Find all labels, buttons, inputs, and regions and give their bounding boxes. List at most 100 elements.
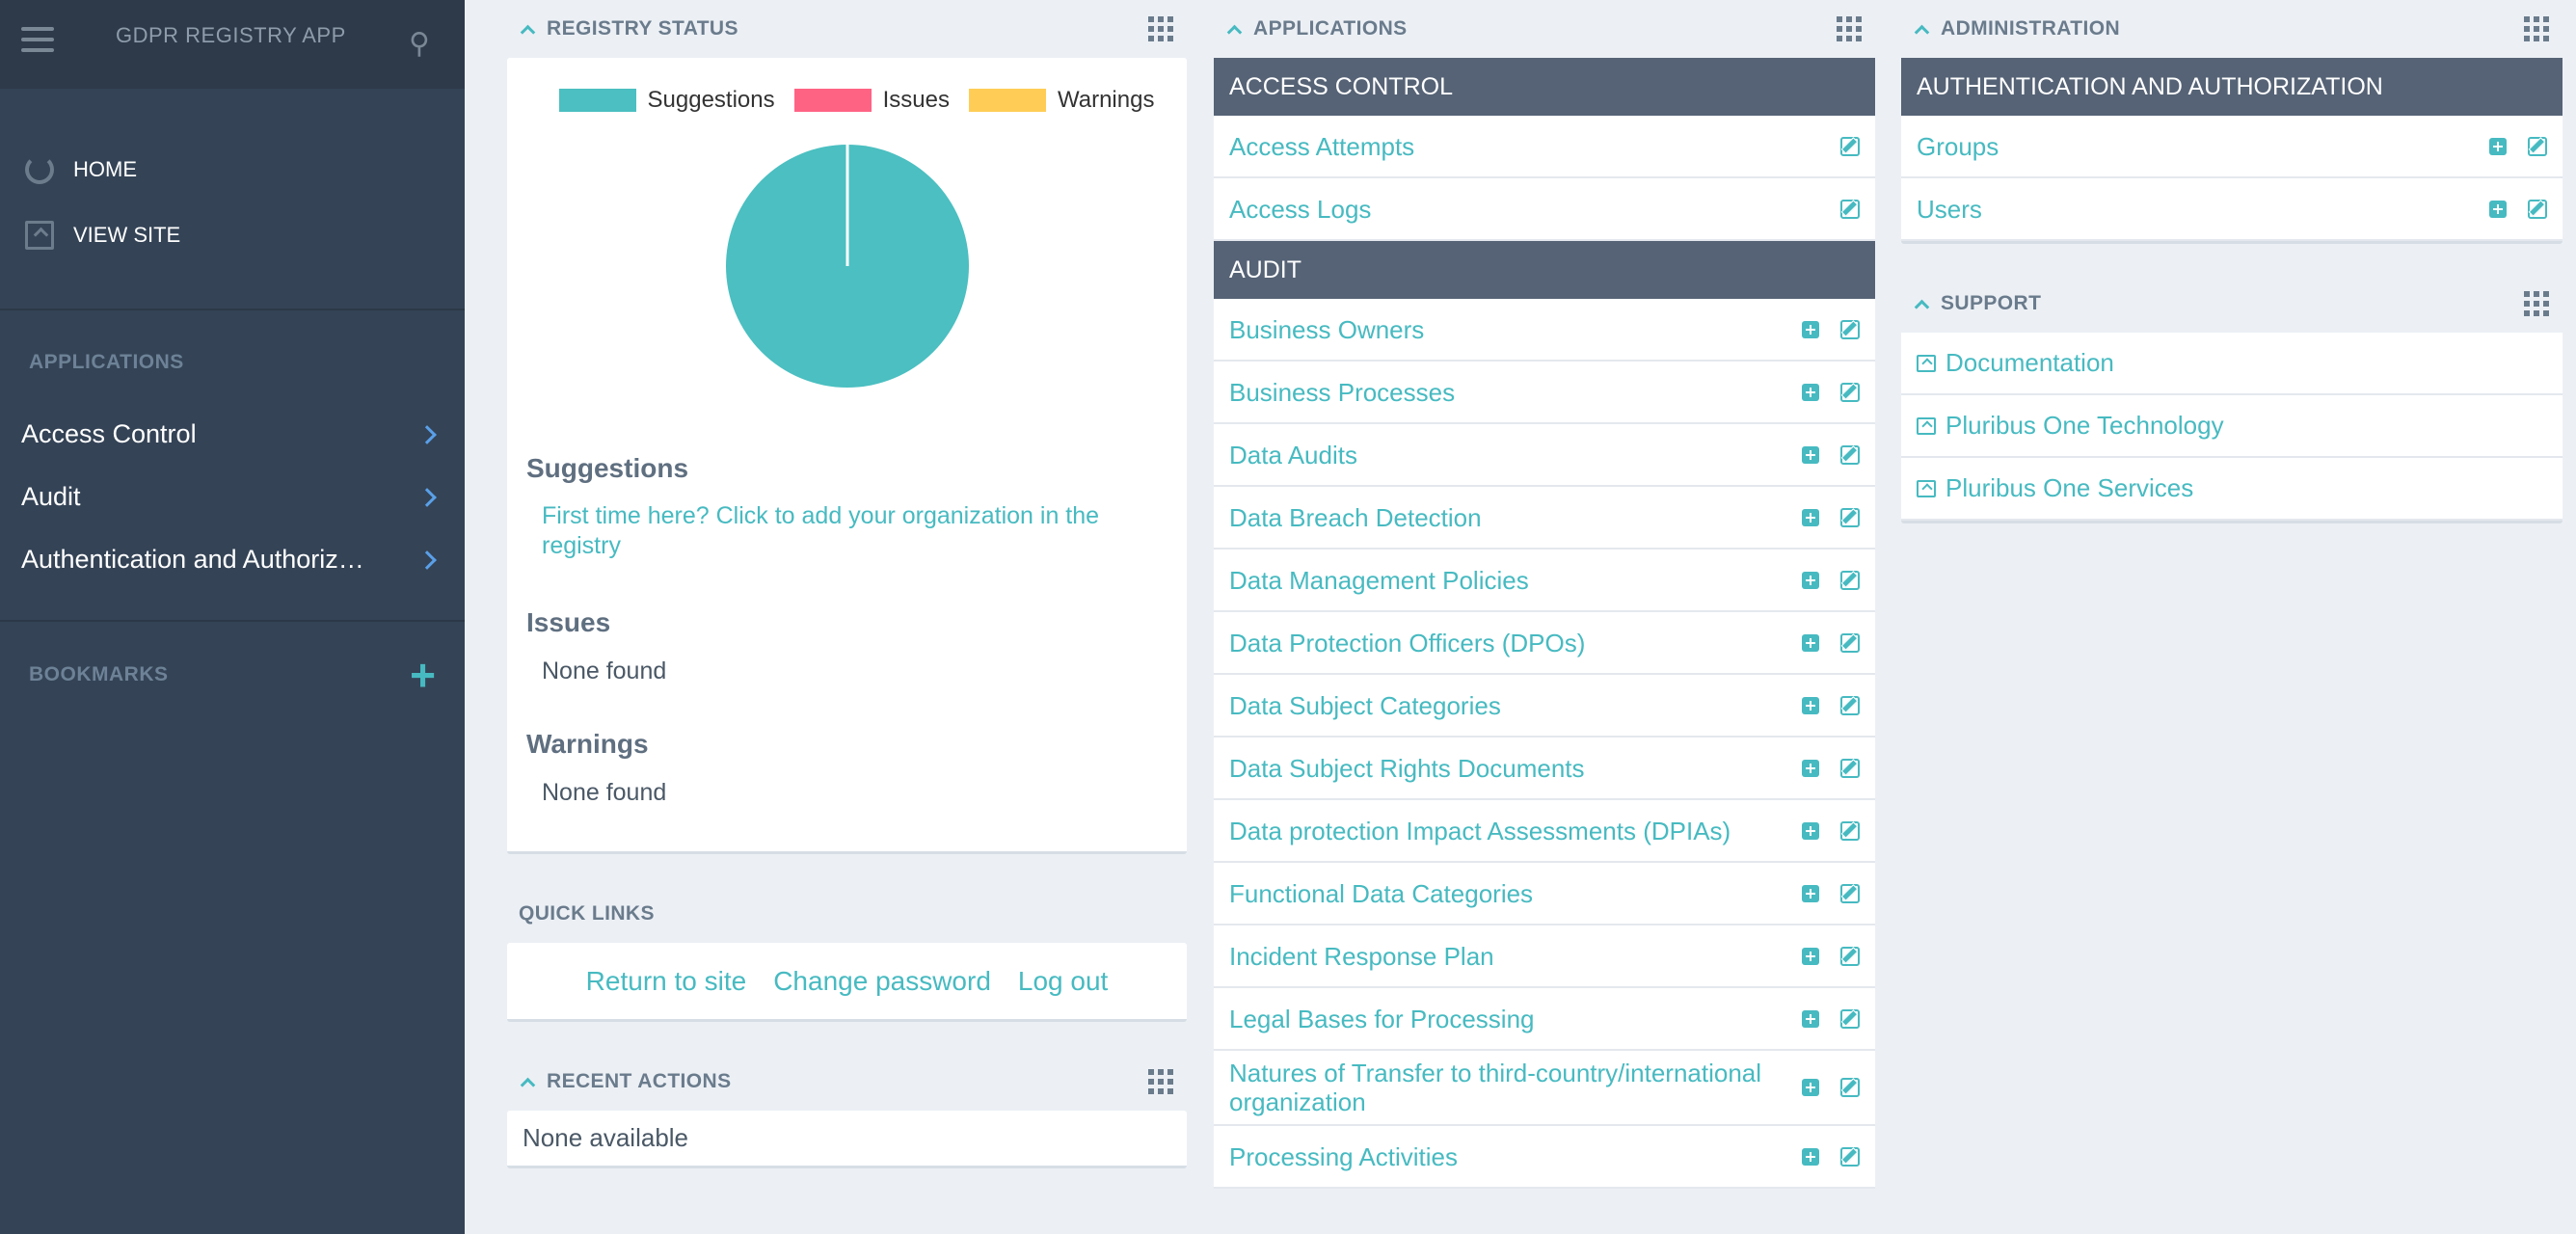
app-model-link[interactable]: Functional Data Categories [1229, 872, 1533, 916]
auth-group-header[interactable]: AUTHENTICATION AND AUTHORIZATION [1901, 58, 2563, 116]
add-icon[interactable] [2489, 137, 2507, 155]
app-model-link[interactable]: Data Audits [1229, 433, 1357, 477]
registry-status-title: REGISTRY STATUS [547, 17, 738, 40]
add-icon[interactable] [1802, 947, 1819, 965]
add-organization-link[interactable]: First time here? Click to add your organ… [526, 501, 1167, 561]
sidebar-item-authentication[interactable]: Authentication and Authoriz… [0, 528, 465, 591]
app-model-link[interactable]: Data Subject Rights Documents [1229, 746, 1585, 791]
app-model-link[interactable]: Natures of Transfer to third-country/int… [1229, 1051, 1779, 1124]
app-model-link[interactable]: Data Breach Detection [1229, 496, 1482, 540]
add-icon[interactable] [1802, 633, 1819, 652]
app-model-link[interactable]: Processing Activities [1229, 1135, 1458, 1179]
sidebar-header: GDPR REGISTRY APP ⚲ [0, 0, 465, 89]
collapse-caret-icon[interactable] [1914, 24, 1930, 40]
add-icon[interactable] [1802, 759, 1819, 777]
app-model-link[interactable]: Data Protection Officers (DPOs) [1229, 621, 1585, 665]
app-model-link[interactable]: Business Processes [1229, 370, 1455, 415]
app-model-link[interactable]: Incident Response Plan [1229, 934, 1494, 979]
app-model-link[interactable]: Business Owners [1229, 308, 1424, 352]
add-bookmark-icon[interactable]: + [410, 653, 436, 697]
pin-icon[interactable]: ⚲ [409, 27, 430, 61]
nav-view-site[interactable]: VIEW SITE [0, 202, 465, 268]
sidebar-item-access-control[interactable]: Access Control [0, 403, 465, 466]
applications-header: APPLICATIONS [1214, 0, 1875, 58]
add-icon[interactable] [1802, 1079, 1819, 1096]
edit-icon[interactable] [1840, 632, 1860, 653]
add-icon[interactable] [1802, 320, 1819, 338]
edit-icon[interactable] [1840, 319, 1860, 339]
legend-swatch-warnings[interactable] [968, 89, 1046, 112]
collapse-caret-icon[interactable] [520, 1077, 536, 1092]
app-group-header[interactable]: ACCESS CONTROL [1214, 58, 1875, 116]
app-group-header[interactable]: AUDIT [1214, 241, 1875, 299]
app-model-link[interactable]: Data protection Impact Assessments (DPIA… [1229, 809, 1731, 853]
legend-swatch-issues[interactable] [793, 89, 872, 112]
app-model-link[interactable]: Legal Bases for Processing [1229, 997, 1535, 1041]
edit-icon[interactable] [1840, 136, 1860, 156]
app-model-row: Data Protection Officers (DPOs) [1214, 612, 1875, 675]
collapse-caret-icon[interactable] [1226, 24, 1243, 40]
app-model-link[interactable]: Access Attempts [1229, 124, 1414, 169]
nav-view-site-label: VIEW SITE [73, 223, 181, 247]
app-model-row: Legal Bases for Processing [1214, 988, 1875, 1051]
add-icon[interactable] [1802, 696, 1819, 714]
add-icon[interactable] [1802, 383, 1819, 401]
edit-icon[interactable] [1840, 883, 1860, 903]
add-icon[interactable] [1802, 884, 1819, 902]
documentation-link[interactable]: Documentation [1945, 348, 2114, 378]
edit-icon[interactable] [1840, 820, 1860, 841]
edit-icon[interactable] [2528, 199, 2547, 219]
log-out-link[interactable]: Log out [1018, 966, 1108, 997]
return-to-site-link[interactable]: Return to site [586, 966, 747, 997]
change-password-link[interactable]: Change password [773, 966, 991, 997]
legend-swatch-suggestions[interactable] [558, 89, 636, 112]
app-model-link[interactable]: Data Management Policies [1229, 558, 1529, 603]
issues-block: Issues None found [526, 607, 1167, 685]
sidebar-item-label: Access Control [21, 419, 197, 448]
app-model-link[interactable]: Access Logs [1229, 187, 1371, 231]
sidebar-applications-title: APPLICATIONS [29, 351, 184, 373]
pluribus-technology-link[interactable]: Pluribus One Technology [1945, 411, 2224, 441]
pluribus-services-link[interactable]: Pluribus One Services [1945, 473, 2193, 503]
collapse-caret-icon[interactable] [520, 24, 536, 40]
app-model-row: Data Breach Detection [1214, 487, 1875, 550]
nav-home[interactable]: HOME [0, 137, 465, 202]
add-icon[interactable] [1802, 445, 1819, 464]
hamburger-menu-icon[interactable] [21, 27, 54, 52]
edit-icon[interactable] [1840, 199, 1860, 219]
add-icon[interactable] [1802, 571, 1819, 589]
edit-icon[interactable] [1840, 570, 1860, 590]
users-link[interactable]: Users [1917, 187, 1982, 231]
add-icon[interactable] [1802, 508, 1819, 526]
groups-link[interactable]: Groups [1917, 124, 1999, 169]
grid-menu-icon[interactable] [2524, 16, 2549, 41]
grid-menu-icon[interactable] [1148, 1069, 1173, 1094]
grid-menu-icon[interactable] [1148, 16, 1173, 41]
add-icon[interactable] [2489, 200, 2507, 218]
column-left: REGISTRY STATUS Suggestions Issues Warni… [507, 0, 1187, 1168]
edit-icon[interactable] [2528, 136, 2547, 156]
edit-icon[interactable] [1840, 1146, 1860, 1167]
nav-home-label: HOME [73, 157, 137, 181]
collapse-caret-icon[interactable] [1914, 299, 1930, 314]
administration-card: AUTHENTICATION AND AUTHORIZATION Groups … [1901, 58, 2563, 244]
app-model-row: Access Attempts [1214, 116, 1875, 178]
edit-icon[interactable] [1840, 946, 1860, 966]
edit-icon[interactable] [1840, 1008, 1860, 1029]
add-icon[interactable] [1802, 1009, 1819, 1028]
edit-icon[interactable] [1840, 444, 1860, 465]
edit-icon[interactable] [1840, 695, 1860, 715]
sidebar-item-audit[interactable]: Audit [0, 466, 465, 528]
add-icon[interactable] [1802, 821, 1819, 840]
grid-menu-icon[interactable] [2524, 291, 2549, 316]
app-model-row: Business Processes [1214, 362, 1875, 424]
edit-icon[interactable] [1840, 1078, 1860, 1097]
edit-icon[interactable] [1840, 382, 1860, 402]
grid-menu-icon[interactable] [1837, 16, 1862, 41]
issues-title: Issues [526, 607, 611, 637]
edit-icon[interactable] [1840, 758, 1860, 778]
legend-label-warnings: Warnings [1057, 87, 1155, 113]
edit-icon[interactable] [1840, 507, 1860, 527]
add-icon[interactable] [1802, 1147, 1819, 1166]
app-model-link[interactable]: Data Subject Categories [1229, 684, 1501, 728]
